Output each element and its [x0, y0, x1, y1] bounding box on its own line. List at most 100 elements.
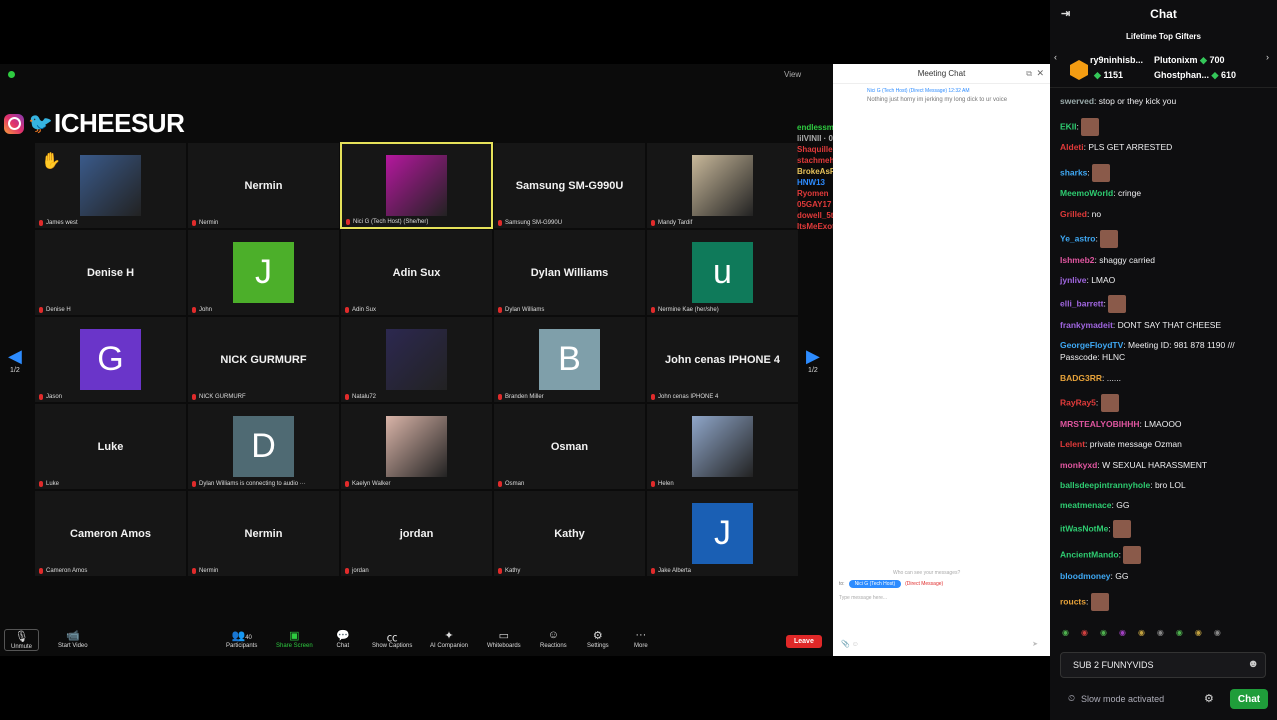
emote-icon[interactable]: ◉	[1138, 628, 1145, 640]
popout-icon[interactable]: ⧉	[1026, 69, 1032, 79]
participant-tile[interactable]: B Branden Miller	[493, 316, 646, 403]
share-screen-button[interactable]: ▣ Share Screen	[276, 629, 313, 649]
muted-mic-icon	[651, 307, 655, 313]
participant-tile[interactable]: Nici G (Tech Host) (She/her)	[340, 142, 493, 229]
participant-video	[80, 155, 141, 216]
close-icon[interactable]: ✕	[1036, 68, 1044, 79]
view-button[interactable]: View	[784, 70, 801, 79]
send-chat-button[interactable]: Chat	[1230, 689, 1268, 709]
reactions-button[interactable]: ☺ Reactions	[540, 629, 567, 649]
chat-text: W SEXUAL HARASSMENT	[1102, 460, 1208, 470]
unmute-button[interactable]: 🎙 Unmute	[4, 629, 40, 651]
participant-tile[interactable]: J John	[187, 229, 340, 316]
participant-tile[interactable]: Mandy Tardif	[646, 142, 799, 229]
gifter-1[interactable]: ry9ninhisb...	[1090, 55, 1143, 65]
participant-tile[interactable]: Dylan Williams Dylan Williams	[493, 229, 646, 316]
previous-arrow-icon[interactable]: ‹	[1054, 52, 1057, 62]
start-video-button[interactable]: 📹 Start Video	[58, 629, 88, 649]
chat-username[interactable]: frankymadeit	[1060, 320, 1113, 330]
chat-username[interactable]: roucts	[1060, 596, 1086, 606]
chat-username[interactable]: RayRay5	[1060, 397, 1096, 407]
chat-username[interactable]: Grilled	[1060, 209, 1087, 219]
emote-icon[interactable]: ◉	[1119, 628, 1126, 640]
participant-tile[interactable]: Samsung SM-G990U Samsung SM-G990U	[493, 142, 646, 229]
emote-icon[interactable]: ◉	[1100, 628, 1107, 640]
participant-tile[interactable]: Kathy Kathy	[493, 490, 646, 577]
emote-icon[interactable]: ◉	[1176, 628, 1183, 640]
chat-username[interactable]: monkyxd	[1060, 460, 1097, 470]
chat-username[interactable]: BADG3RR	[1060, 373, 1102, 383]
participant-name: Jake Alberta	[658, 568, 692, 574]
whiteboards-button[interactable]: ▭ Whiteboards	[487, 629, 521, 649]
chat-username[interactable]: ballsdeepintrannyhole	[1060, 480, 1150, 490]
recipient-selector[interactable]: Nici G (Tech Host)	[848, 580, 902, 588]
who-can-see-link[interactable]: Who can see your messages?	[893, 570, 960, 576]
chat-button[interactable]: 💬 Chat	[336, 629, 350, 649]
chat-username[interactable]: EKII	[1060, 121, 1077, 131]
chat-settings-icon[interactable]: ⚙	[1204, 692, 1214, 705]
send-icon[interactable]: ➤	[1032, 640, 1038, 648]
gifter-2[interactable]: Plutonixm ◆ 700	[1154, 55, 1225, 66]
chat-input[interactable]: SUB 2 FUNNYVIDS ☻	[1060, 652, 1266, 678]
emote-icon[interactable]: ◉	[1157, 628, 1164, 640]
participant-tile[interactable]: Nermin Nermin	[187, 490, 340, 577]
emote-icon[interactable]: ◉	[1195, 628, 1202, 640]
participant-tile[interactable]: NICK GURMURF NICK GURMURF	[187, 316, 340, 403]
chat-username[interactable]: Ishmeb2	[1060, 255, 1095, 265]
participant-tile[interactable]: Helen	[646, 403, 799, 490]
chat-username[interactable]: GeorgeFloydTV	[1060, 340, 1123, 350]
participant-tile[interactable]: jordan jordan	[340, 490, 493, 577]
chat-username[interactable]: Ye_astro	[1060, 233, 1095, 243]
emoji-picker-icon[interactable]: ☻	[1247, 658, 1259, 670]
chat-username[interactable]: jynlive	[1060, 275, 1086, 285]
settings-button[interactable]: ⚙ Settings	[587, 629, 609, 649]
participant-tile[interactable]: Kaelyn Walker	[340, 403, 493, 490]
participant-caption: Dylan Williams is connecting to audio ··…	[192, 481, 306, 487]
gifter-3[interactable]: Ghostphan... ◆ 610	[1154, 70, 1236, 81]
next-arrow-icon[interactable]: ›	[1266, 52, 1269, 62]
chat-username[interactable]: AncientMando	[1060, 549, 1119, 559]
participant-tile[interactable]: G Jason	[34, 316, 187, 403]
emote-icon[interactable]: ◉	[1081, 628, 1088, 640]
chat-username[interactable]: MRSTEALYOBIHHH	[1060, 419, 1140, 429]
show-captions-button[interactable]: ㏄ Show Captions	[372, 629, 412, 649]
chat-username[interactable]: meatmenace	[1060, 500, 1112, 510]
participant-tile[interactable]: Osman Osman	[493, 403, 646, 490]
meeting-chat-title: Meeting Chat	[917, 69, 966, 78]
participants-button[interactable]: 👥40 Participants	[226, 629, 257, 649]
collapse-icon[interactable]: ⇥	[1061, 7, 1070, 20]
participant-tile[interactable]: John cenas IPHONE 4 John cenas IPHONE 4	[646, 316, 799, 403]
participant-tile[interactable]: Adin Sux Adin Sux	[340, 229, 493, 316]
participant-tile[interactable]: Natalu72	[340, 316, 493, 403]
recipient-row: to: Nici G (Tech Host) (Direct Message)	[839, 580, 943, 588]
emote-icon[interactable]: ◉	[1214, 628, 1221, 640]
security-shield-icon[interactable]	[8, 71, 15, 78]
chat-username[interactable]: elli_barrett	[1060, 298, 1103, 308]
emote-icon[interactable]: ◉	[1062, 628, 1069, 640]
previous-page-button[interactable]: ◀ 1/2	[8, 346, 22, 374]
screen: View 🐦 ICHEESUR ✋ James west Nermin Nermin N…	[0, 0, 1277, 720]
slow-mode-notice: ⏲ Slow mode activated	[1068, 693, 1164, 704]
participant-tile[interactable]: u Nermine Kae (her/she)	[646, 229, 799, 316]
emote-image	[1090, 593, 1109, 611]
participant-tile[interactable]: Cameron Amos Cameron Amos	[34, 490, 187, 577]
meeting-chat-input[interactable]: Type message here...	[839, 595, 887, 601]
ai-companion-button[interactable]: ✦ AI Companion	[430, 629, 468, 649]
next-page-button[interactable]: ▶ 1/2	[806, 346, 820, 374]
participant-tile[interactable]: D Dylan Williams is connecting to audio ·…	[187, 403, 340, 490]
chat-username[interactable]: Lelent	[1060, 439, 1085, 449]
participant-tile[interactable]: ✋ James west	[34, 142, 187, 229]
participant-tile[interactable]: Nermin Nermin	[187, 142, 340, 229]
chat-username[interactable]: itWasNotMe	[1060, 523, 1108, 533]
chat-attachment-icons[interactable]: 📎 ☺	[841, 640, 859, 648]
participant-tile[interactable]: J Jake Alberta	[646, 490, 799, 577]
more-button[interactable]: ··· More	[634, 629, 648, 649]
leave-button[interactable]: Leave	[786, 635, 822, 648]
participant-tile[interactable]: Denise H Denise H	[34, 229, 187, 316]
chat-username[interactable]: bloodmoney	[1060, 571, 1111, 581]
chat-username[interactable]: Aldeti	[1060, 142, 1084, 152]
chat-username[interactable]: MeemoWorld	[1060, 188, 1113, 198]
chat-username[interactable]: sharks	[1060, 167, 1087, 177]
participant-tile[interactable]: Luke Luke	[34, 403, 187, 490]
chat-username[interactable]: swerved	[1060, 96, 1094, 106]
